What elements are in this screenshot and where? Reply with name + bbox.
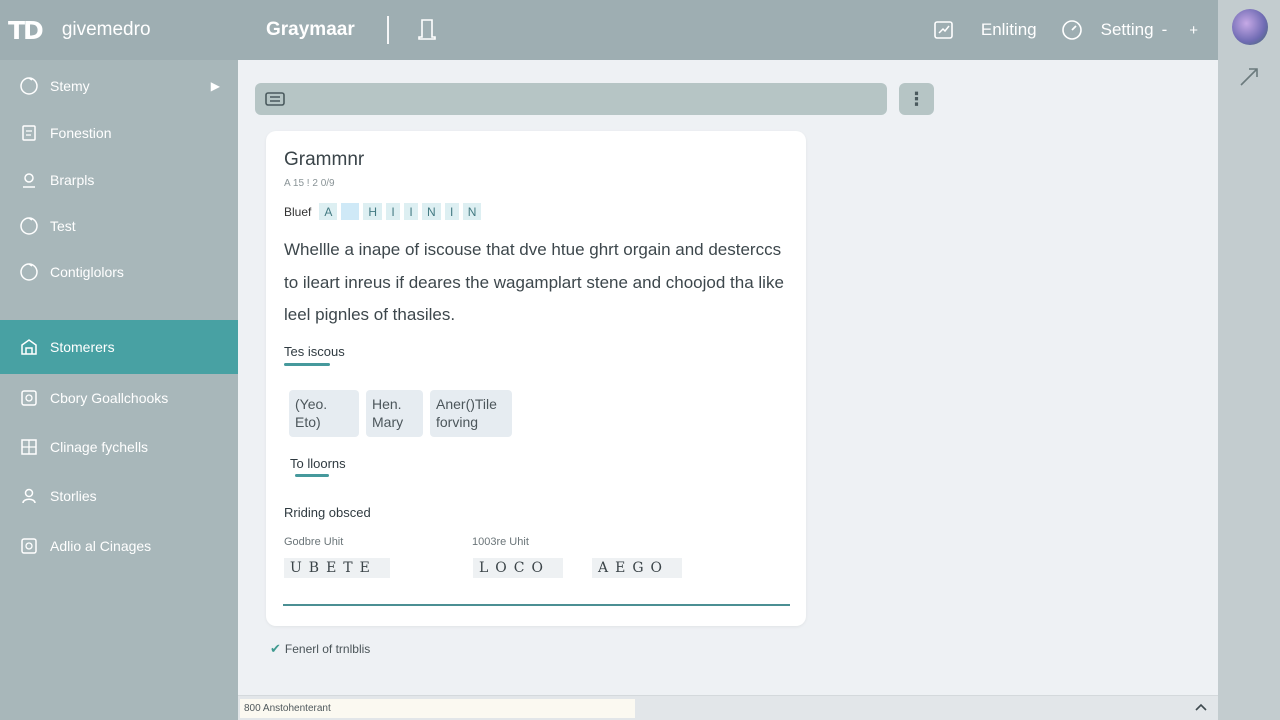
sidebar-item-brarpls[interactable]: Brarpls (0, 157, 238, 203)
brand-logo: TD (8, 15, 44, 45)
sidebar-item-cbory-goallchooks[interactable]: Cbory Goallchooks (0, 375, 238, 421)
person-icon (18, 486, 40, 506)
sidebar-item-label: Stemy (50, 78, 90, 94)
more-options-icon[interactable]: ⋮ (899, 83, 934, 115)
status-bar: 800 Anstohenterant (238, 695, 1218, 720)
top-bar: TD givemedro Graymaar Enliting Setting -… (0, 0, 1218, 60)
grammar-card: Grammnr A 15 ! 2 0/9 Bluef A H I I N I N… (266, 131, 806, 626)
card-divider (283, 604, 790, 606)
setting-label: Setting (1100, 20, 1154, 39)
search-bar[interactable] (255, 83, 887, 115)
body-paragraph[interactable]: Whellle a inape of iscouse that dve htue… (284, 234, 784, 332)
section-underline (295, 474, 329, 477)
sidebar-item-label: Contiglolors (50, 264, 124, 280)
sidebar-item-contiglolors[interactable]: Contiglolors (0, 249, 238, 295)
format-chip[interactable]: I (444, 203, 459, 220)
code-field[interactable]: AEGO (592, 558, 682, 578)
check-row[interactable]: ✔ Fenerl of trnlblis (270, 641, 370, 657)
tag-chip[interactable]: Hen. Mary (366, 390, 423, 437)
sidebar-item-label: Test (50, 218, 76, 234)
sidebar-item-label: Adlio al Cinages (50, 538, 152, 554)
sidebar-item-adlio-al-cinages[interactable]: Adlio al Cinages (0, 523, 238, 569)
edit-icon[interactable] (933, 19, 955, 41)
format-chip[interactable]: N (462, 203, 482, 220)
card-meta: A 15 ! 2 0/9 (284, 178, 335, 189)
phone-icon[interactable] (417, 18, 437, 42)
sidebar-item-label: Stomerers (50, 339, 115, 355)
chevron-down-icon: - (1161, 20, 1168, 39)
format-chip[interactable]: I (386, 203, 401, 220)
app-title: Graymaar (266, 19, 355, 40)
unit-label: Godbre Uhit (284, 536, 344, 548)
refresh-icon (18, 76, 40, 96)
sidebar-item-label: Cbory Goallchooks (50, 390, 169, 406)
expand-arrow-icon[interactable] (1238, 66, 1260, 88)
check-label: Fenerl of trnlblis (284, 642, 371, 656)
header-divider (386, 16, 389, 44)
tag-chip[interactable]: (Yeo. Eto) (289, 390, 359, 437)
sidebar-item-label: Clinage fychells (50, 439, 149, 455)
sidebar-item-stomerers[interactable]: Stomerers (0, 320, 238, 374)
section-label-tes-iscous: Tes iscous (284, 344, 345, 359)
sidebar-item-label: Fonestion (50, 125, 112, 141)
check-icon: ✔ (270, 641, 281, 656)
right-rail (1218, 0, 1280, 720)
gauge-icon[interactable] (1061, 19, 1083, 41)
toolbar-label: Bluef (284, 204, 312, 219)
chevron-up-icon[interactable] (1194, 700, 1208, 714)
sidebar-item-fonestion[interactable]: Fonestion (0, 110, 238, 156)
code-field[interactable]: UBETE (284, 558, 390, 578)
image-icon (18, 388, 40, 408)
tag-chip[interactable]: Aner()Tile forving (430, 390, 512, 437)
location-icon (18, 170, 40, 190)
refresh-icon (18, 262, 40, 282)
sidebar-item-label: Storlies (50, 488, 97, 504)
setting-button[interactable]: Setting - (1101, 20, 1168, 40)
card-title: Grammnr (284, 149, 365, 170)
refresh-icon (18, 216, 40, 236)
sidebar-item-test[interactable]: Test (0, 203, 238, 249)
brand[interactable]: TD givemedro (0, 16, 238, 45)
format-chip[interactable]: A (319, 203, 338, 220)
document-icon (18, 123, 40, 143)
format-chip[interactable]: I (404, 203, 419, 220)
status-field[interactable]: 800 Anstohenterant (240, 699, 635, 718)
unit-label: 1003re Uhit (472, 536, 529, 548)
store-icon (18, 337, 40, 357)
editing-button[interactable]: Enliting (981, 20, 1037, 40)
format-chip[interactable] (341, 203, 360, 220)
chevron-right-icon: ▶ (210, 79, 220, 93)
format-toolbar: Bluef A H I I N I N (284, 203, 482, 220)
menu-icon[interactable] (265, 91, 285, 107)
sidebar: Stemy ▶ Fonestion Brarpls Test Contiglol… (0, 60, 238, 720)
code-field[interactable]: LOCO (473, 558, 563, 578)
section-underline (284, 363, 330, 366)
format-chip[interactable]: N (422, 203, 441, 220)
grid-icon (18, 437, 40, 457)
image-icon (18, 536, 40, 556)
sidebar-item-label: Brarpls (50, 172, 95, 188)
section-label-to-lloorns: To lloorns (290, 456, 346, 471)
sidebar-item-storlies[interactable]: Storlies (0, 473, 238, 519)
section-label-rriding-obsced: Rriding obsced (284, 505, 371, 520)
add-button[interactable]: + (1189, 22, 1198, 39)
format-chip[interactable]: H (363, 203, 383, 220)
brand-name: givemedro (61, 19, 151, 40)
avatar[interactable] (1232, 9, 1268, 45)
sidebar-item-clinage-fychells[interactable]: Clinage fychells (0, 424, 238, 470)
sidebar-item-stemy[interactable]: Stemy ▶ (0, 63, 238, 109)
